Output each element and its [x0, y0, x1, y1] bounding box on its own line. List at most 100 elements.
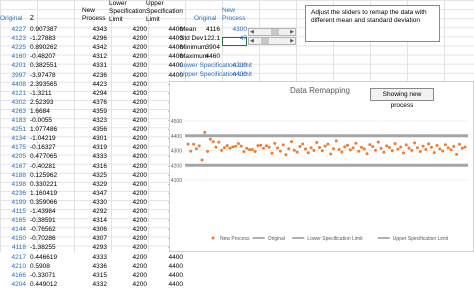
cell-z[interactable]: 2.393565: [30, 80, 60, 89]
cell-original[interactable]: 4115: [0, 207, 26, 216]
cell-lsl[interactable]: 4200: [120, 225, 147, 234]
cell-original[interactable]: 4302: [0, 98, 26, 107]
cell-original[interactable]: 4236: [0, 189, 26, 198]
cell-original[interactable]: 4198: [0, 180, 26, 189]
cell-z[interactable]: -0.40281: [30, 162, 60, 171]
cell-lsl[interactable]: 4200: [120, 34, 147, 43]
cell-lsl[interactable]: 4200: [120, 189, 147, 198]
cell-lsl[interactable]: 4200: [120, 216, 147, 225]
cell-original[interactable]: 4199: [0, 198, 26, 207]
showing-new-process-button[interactable]: Showing new process: [370, 88, 434, 109]
cell-z[interactable]: 0.382551: [30, 61, 60, 70]
cell-new-process[interactable]: 4307: [82, 234, 107, 243]
cell-new-process[interactable]: 4306: [82, 225, 107, 234]
cell-new-process[interactable]: 4343: [82, 25, 107, 34]
slider-right-arrow-icon[interactable]: ▶: [290, 37, 294, 45]
cell-original[interactable]: 4165: [0, 216, 26, 225]
cell-original[interactable]: 4210: [0, 262, 26, 271]
cell-lsl[interactable]: 4200: [120, 61, 147, 70]
cell-lsl[interactable]: 4200: [120, 89, 147, 98]
cell-z[interactable]: 0.330221: [30, 180, 60, 189]
cell-original[interactable]: 4263: [0, 107, 26, 116]
cell-lsl[interactable]: 4200: [120, 143, 147, 152]
slider-thumb[interactable]: [261, 38, 269, 44]
cell-z[interactable]: -1.43984: [30, 207, 60, 216]
cell-original[interactable]: 4188: [0, 171, 26, 180]
cell-z[interactable]: -0.48207: [30, 52, 60, 61]
cell-original[interactable]: 4123: [0, 34, 26, 43]
cell-new-process[interactable]: 4236: [82, 71, 107, 80]
cell-lsl[interactable]: 4200: [120, 262, 147, 271]
cell-lsl[interactable]: 4200: [120, 162, 147, 171]
cell-new-process[interactable]: 4293: [82, 243, 107, 252]
cell-z[interactable]: -1.3211: [30, 89, 60, 98]
cell-new-process[interactable]: 4325: [82, 171, 107, 180]
cell-z[interactable]: -1.04219: [30, 134, 60, 143]
cell-lsl[interactable]: 4200: [120, 52, 147, 61]
slider-right-arrow-icon[interactable]: ▶: [290, 28, 294, 36]
cell-new-process[interactable]: 4316: [82, 162, 107, 171]
cell-original[interactable]: 4225: [0, 43, 26, 52]
selected-cell[interactable]: [222, 37, 247, 46]
cell-new-process[interactable]: 4333: [82, 253, 107, 262]
slider-left-arrow-icon[interactable]: ◀: [250, 37, 254, 45]
stat-original[interactable]: 122.1: [190, 34, 220, 43]
cell-new-process[interactable]: 4294: [82, 89, 107, 98]
cell-z[interactable]: -0.0055: [30, 116, 60, 125]
cell-usl[interactable]: 4400: [153, 262, 183, 271]
cell-usl[interactable]: 4400: [153, 52, 183, 61]
cell-z[interactable]: -0.33071: [30, 271, 60, 280]
cell-z[interactable]: 0.359066: [30, 198, 60, 207]
cell-z[interactable]: 0.477065: [30, 152, 60, 161]
cell-z[interactable]: 0.449012: [30, 280, 60, 289]
cell-lsl[interactable]: 4200: [120, 198, 147, 207]
mean-slider[interactable]: ◀ ▶: [248, 28, 296, 36]
cell-z[interactable]: -1.38255: [30, 243, 60, 252]
cell-lsl[interactable]: 4200: [120, 253, 147, 262]
stat-original[interactable]: 4460: [190, 52, 220, 61]
cell-new-process[interactable]: 4331: [82, 61, 107, 70]
cell-original[interactable]: 3997: [0, 71, 26, 80]
cell-original[interactable]: 4251: [0, 125, 26, 134]
cell-original[interactable]: 4144: [0, 225, 26, 234]
cell-usl[interactable]: 4400: [153, 25, 183, 34]
cell-z[interactable]: 0.5908: [30, 262, 60, 271]
cell-new-process[interactable]: 4315: [82, 271, 107, 280]
cell-usl[interactable]: 4400: [153, 43, 183, 52]
cell-z[interactable]: 0.446619: [30, 253, 60, 262]
chart-container[interactable]: [169, 81, 474, 252]
cell-original[interactable]: 4134: [0, 134, 26, 143]
cell-lsl[interactable]: 4200: [120, 107, 147, 116]
stat-original[interactable]: 4116: [190, 25, 220, 34]
cell-z[interactable]: 1.077486: [30, 125, 60, 134]
cell-z[interactable]: -0.76562: [30, 225, 60, 234]
cell-usl[interactable]: 4400: [153, 253, 183, 262]
cell-new-process[interactable]: 4359: [82, 107, 107, 116]
cell-new-process[interactable]: 4342: [82, 43, 107, 52]
cell-original[interactable]: 4121: [0, 89, 26, 98]
cell-z[interactable]: 2.52393: [30, 98, 60, 107]
cell-z[interactable]: 1.160419: [30, 189, 60, 198]
cell-z[interactable]: -0.70286: [30, 234, 60, 243]
cell-lsl[interactable]: 4200: [120, 152, 147, 161]
cell-new-process[interactable]: 4356: [82, 125, 107, 134]
cell-lsl[interactable]: 4200: [120, 125, 147, 134]
cell-new-process[interactable]: 4329: [82, 180, 107, 189]
cell-lsl[interactable]: 4200: [120, 180, 147, 189]
cell-new-process[interactable]: 4319: [82, 143, 107, 152]
cell-original[interactable]: 4160: [0, 52, 26, 61]
cell-lsl[interactable]: 4200: [120, 71, 147, 80]
cell-z[interactable]: -1.27883: [30, 34, 60, 43]
slider-left-arrow-icon[interactable]: ◀: [250, 28, 254, 36]
stddev-slider[interactable]: ◀ ▶: [248, 37, 296, 45]
cell-new-process[interactable]: 4323: [82, 116, 107, 125]
cell-lsl[interactable]: 4200: [120, 25, 147, 34]
cell-new-process[interactable]: 4347: [82, 189, 107, 198]
cell-original[interactable]: 4183: [0, 116, 26, 125]
cell-usl[interactable]: 4400: [153, 61, 183, 70]
cell-lsl[interactable]: 4200: [120, 134, 147, 143]
cell-original[interactable]: 4227: [0, 25, 26, 34]
cell-original[interactable]: 4201: [0, 61, 26, 70]
cell-new-process[interactable]: 4333: [82, 152, 107, 161]
limit-value[interactable]: 4200: [221, 61, 247, 70]
